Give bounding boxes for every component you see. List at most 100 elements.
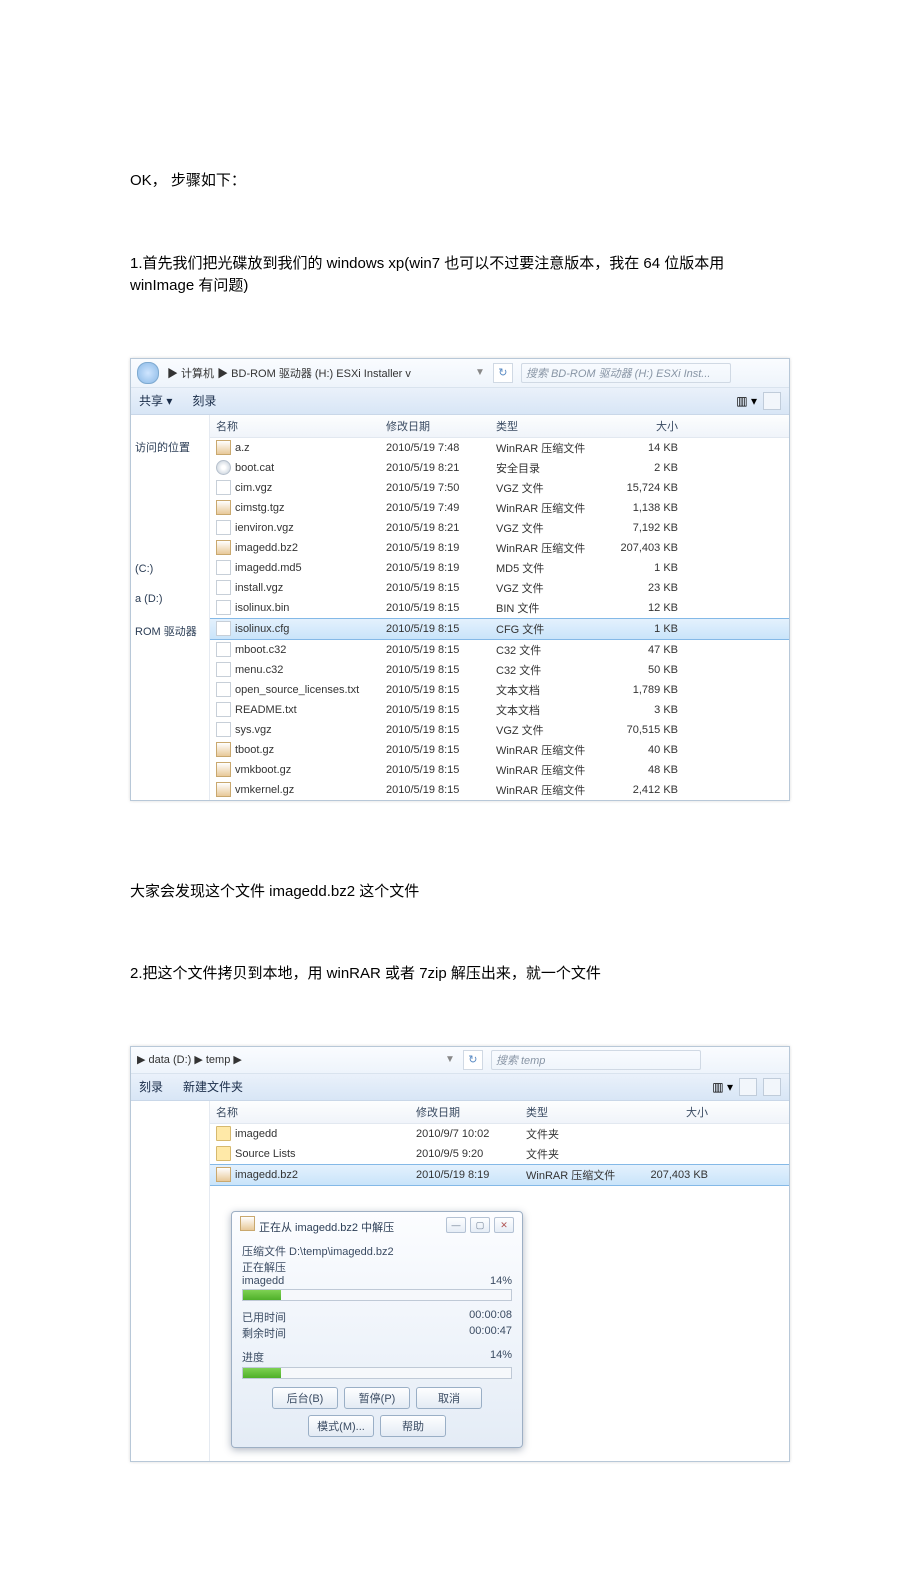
- col-size[interactable]: 大小: [616, 418, 686, 434]
- file-list: 名称 修改日期 类型 大小 imagedd2010/9/7 10:02文件夹So…: [210, 1101, 789, 1461]
- col-size[interactable]: 大小: [636, 1104, 716, 1120]
- file-icon: [216, 782, 231, 797]
- help-icon[interactable]: [763, 392, 781, 410]
- mode-button[interactable]: 模式(M)...: [308, 1415, 374, 1437]
- file-size: 47 KB: [616, 644, 686, 656]
- share-button[interactable]: 共享 ▾: [139, 392, 172, 409]
- remain-label: 剩余时间: [242, 1325, 286, 1341]
- breadcrumb[interactable]: ▶ 计算机 ▶ BD-ROM 驱动器 (H:) ESXi Installer v: [167, 365, 467, 381]
- nav-pane[interactable]: [131, 1101, 210, 1461]
- close-button[interactable]: ✕: [494, 1217, 514, 1233]
- nav-pane-item[interactable]: 访问的位置: [135, 439, 205, 455]
- file-row[interactable]: boot.cat2010/5/19 8:21安全目录2 KB: [210, 458, 789, 478]
- file-row[interactable]: imagedd.md52010/5/19 8:19MD5 文件1 KB: [210, 558, 789, 578]
- file-icon: [216, 540, 231, 555]
- file-row[interactable]: ienviron.vgz2010/5/19 8:21VGZ 文件7,192 KB: [210, 518, 789, 538]
- nav-pane-item[interactable]: (C:): [135, 563, 205, 575]
- file-icon: [216, 560, 231, 575]
- paragraph-ok: OK， 步骤如下：: [130, 170, 790, 193]
- file-type: WinRAR 压缩文件: [496, 782, 616, 798]
- nav-pane-item[interactable]: a (D:): [135, 593, 205, 605]
- view-button[interactable]: ▥ ▾: [736, 394, 757, 408]
- file-row[interactable]: README.txt2010/5/19 8:15文本文档3 KB: [210, 700, 789, 720]
- file-name: cim.vgz: [235, 482, 272, 494]
- view-button[interactable]: ▥ ▾: [712, 1080, 733, 1094]
- help-icon[interactable]: [763, 1078, 781, 1096]
- elapsed-value: 00:00:08: [469, 1309, 512, 1325]
- file-size: 15,724 KB: [616, 482, 686, 494]
- file-type: WinRAR 压缩文件: [526, 1167, 636, 1183]
- newfolder-button[interactable]: 新建文件夹: [183, 1078, 243, 1095]
- file-size: 1 KB: [616, 623, 686, 635]
- nav-pane-item[interactable]: ROM 驱动器: [135, 623, 205, 639]
- burn-button[interactable]: 刻录: [192, 392, 216, 409]
- col-name[interactable]: 名称: [216, 418, 386, 434]
- file-name: a.z: [235, 442, 250, 454]
- burn-button[interactable]: 刻录: [139, 1078, 163, 1095]
- file-type: VGZ 文件: [496, 722, 616, 738]
- file-row[interactable]: vmkernel.gz2010/5/19 8:15WinRAR 压缩文件2,41…: [210, 780, 789, 800]
- file-name: tboot.gz: [235, 744, 274, 756]
- file-date: 2010/5/19 8:15: [386, 644, 496, 656]
- file-icon: [216, 600, 231, 615]
- file-row[interactable]: mboot.c322010/5/19 8:15C32 文件47 KB: [210, 640, 789, 660]
- file-name: ienviron.vgz: [235, 522, 294, 534]
- file-name: cimstg.tgz: [235, 502, 285, 514]
- col-type[interactable]: 类型: [496, 418, 616, 434]
- total-progress-pct: 14%: [490, 1349, 512, 1365]
- file-row[interactable]: imagedd.bz22010/5/19 8:19WinRAR 压缩文件207,…: [210, 538, 789, 558]
- col-type[interactable]: 类型: [526, 1104, 636, 1120]
- file-size: 1 KB: [616, 562, 686, 574]
- file-type: WinRAR 压缩文件: [496, 762, 616, 778]
- pause-button[interactable]: 暂停(P): [344, 1387, 410, 1409]
- background-button[interactable]: 后台(B): [272, 1387, 338, 1409]
- file-row[interactable]: sys.vgz2010/5/19 8:15VGZ 文件70,515 KB: [210, 720, 789, 740]
- file-icon: [216, 520, 231, 535]
- toolbar: 刻录 新建文件夹 ▥ ▾: [131, 1074, 789, 1101]
- minimize-button[interactable]: —: [446, 1217, 466, 1233]
- file-date: 2010/5/19 8:15: [386, 744, 496, 756]
- file-progress-bar: [242, 1289, 512, 1301]
- file-date: 2010/5/19 8:21: [386, 462, 496, 474]
- refresh-button[interactable]: ↻: [493, 363, 513, 383]
- file-row[interactable]: imagedd.bz22010/5/19 8:19WinRAR 压缩文件207,…: [210, 1164, 789, 1186]
- help-button[interactable]: 帮助: [380, 1415, 446, 1437]
- file-date: 2010/5/19 8:15: [386, 704, 496, 716]
- col-date[interactable]: 修改日期: [416, 1104, 526, 1120]
- file-row[interactable]: install.vgz2010/5/19 8:15VGZ 文件23 KB: [210, 578, 789, 598]
- file-row[interactable]: vmkboot.gz2010/5/19 8:15WinRAR 压缩文件48 KB: [210, 760, 789, 780]
- file-row[interactable]: open_source_licenses.txt2010/5/19 8:15文本…: [210, 680, 789, 700]
- preview-icon[interactable]: [739, 1078, 757, 1096]
- file-row[interactable]: tboot.gz2010/5/19 8:15WinRAR 压缩文件40 KB: [210, 740, 789, 760]
- file-row[interactable]: imagedd2010/9/7 10:02文件夹: [210, 1124, 789, 1144]
- breadcrumb[interactable]: ▶ data (D:) ▶ temp ▶: [137, 1053, 437, 1066]
- file-type: WinRAR 压缩文件: [496, 440, 616, 456]
- maximize-button[interactable]: ▢: [470, 1217, 490, 1233]
- file-row[interactable]: cimstg.tgz2010/5/19 7:49WinRAR 压缩文件1,138…: [210, 498, 789, 518]
- file-row[interactable]: menu.c322010/5/19 8:15C32 文件50 KB: [210, 660, 789, 680]
- file-row[interactable]: isolinux.bin2010/5/19 8:15BIN 文件12 KB: [210, 598, 789, 618]
- cancel-button[interactable]: 取消: [416, 1387, 482, 1409]
- file-size: 40 KB: [616, 744, 686, 756]
- file-row[interactable]: Source Lists2010/9/5 9:20文件夹: [210, 1144, 789, 1164]
- file-name: isolinux.bin: [235, 602, 289, 614]
- col-date[interactable]: 修改日期: [386, 418, 496, 434]
- file-row[interactable]: isolinux.cfg2010/5/19 8:15CFG 文件1 KB: [210, 618, 789, 640]
- file-row[interactable]: a.z2010/5/19 7:48WinRAR 压缩文件14 KB: [210, 438, 789, 458]
- file-list: 名称 修改日期 类型 大小 a.z2010/5/19 7:48WinRAR 压缩…: [210, 415, 789, 800]
- file-progress-pct: 14%: [490, 1275, 512, 1287]
- col-name[interactable]: 名称: [216, 1104, 416, 1120]
- file-type: VGZ 文件: [496, 580, 616, 596]
- file-icon: [216, 762, 231, 777]
- dropdown-arrow-icon[interactable]: ▼: [445, 1054, 455, 1065]
- extracting-label: 正在解压: [242, 1259, 512, 1275]
- nav-pane[interactable]: 访问的位置 (C:) a (D:) ROM 驱动器: [131, 415, 210, 800]
- paragraph-step2: 2.把这个文件拷贝到本地，用 winRAR 或者 7zip 解压出来，就一个文件: [130, 963, 790, 986]
- file-row[interactable]: cim.vgz2010/5/19 7:50VGZ 文件15,724 KB: [210, 478, 789, 498]
- file-date: 2010/5/19 8:15: [386, 623, 496, 635]
- search-input[interactable]: 搜索 BD-ROM 驱动器 (H:) ESXi Inst...: [521, 363, 731, 383]
- dropdown-arrow-icon[interactable]: ▼: [475, 367, 485, 378]
- nav-back-button[interactable]: [137, 362, 159, 384]
- search-input[interactable]: 搜索 temp: [491, 1050, 701, 1070]
- refresh-button[interactable]: ↻: [463, 1050, 483, 1070]
